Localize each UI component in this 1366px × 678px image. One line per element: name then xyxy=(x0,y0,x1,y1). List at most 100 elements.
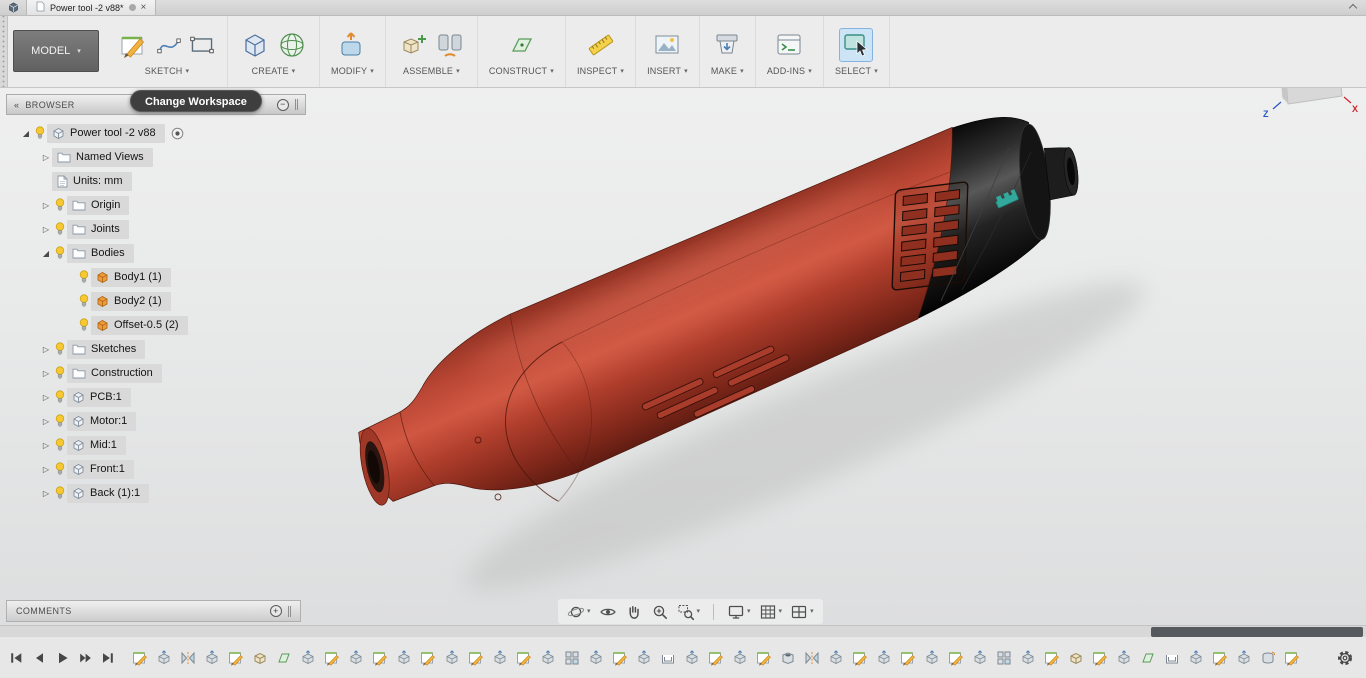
browser-row[interactable]: ▷ PCB:1 xyxy=(6,385,306,409)
rectangle-icon[interactable] xyxy=(188,31,216,59)
timeline-feature-sketch-icon[interactable] xyxy=(130,648,150,668)
timeline-feature-sketch-icon[interactable] xyxy=(1210,648,1230,668)
browser-row[interactable]: Offset-0.5 (2) xyxy=(6,313,306,337)
toolbar-menu-assemble[interactable]: ASSEMBLE ▾ xyxy=(403,66,460,76)
navbar-grid-settings-button[interactable]: ▾ xyxy=(759,603,782,621)
comments-expand-icon[interactable]: + xyxy=(270,605,282,617)
visibility-bulb-icon[interactable] xyxy=(76,294,91,308)
navbar-display-settings-button[interactable]: ▾ xyxy=(727,603,751,621)
visibility-bulb-icon[interactable] xyxy=(52,486,67,500)
browser-drag-grip[interactable] xyxy=(295,99,298,110)
timeline-feature-sketch-icon[interactable] xyxy=(754,648,774,668)
measure-icon[interactable] xyxy=(585,29,617,61)
timeline-step-forward-button[interactable] xyxy=(78,651,92,665)
browser-row[interactable]: ▷ Motor:1 xyxy=(6,409,306,433)
browser-item[interactable]: Front:1 xyxy=(67,459,134,479)
timeline-feature-sketch-icon[interactable] xyxy=(466,648,486,668)
timeline-feature-extrude-icon[interactable] xyxy=(298,648,318,668)
expand-arrow-icon[interactable]: ▷ xyxy=(40,369,52,378)
timeline-feature-sketch-icon[interactable] xyxy=(226,648,246,668)
browser-row[interactable]: ▷ Back (1):1 xyxy=(6,481,306,505)
browser-item[interactable]: Offset-0.5 (2) xyxy=(91,315,188,335)
expand-arrow-icon[interactable]: ▷ xyxy=(40,201,52,210)
timeline-feature-sketch-icon[interactable] xyxy=(706,648,726,668)
timeline-feature-extrude-icon[interactable] xyxy=(490,648,510,668)
browser-item[interactable]: PCB:1 xyxy=(67,387,131,407)
timeline-feature-extrude-icon[interactable] xyxy=(586,648,606,668)
timeline-play-button[interactable] xyxy=(55,651,69,665)
timeline-feature-hole-icon[interactable] xyxy=(778,648,798,668)
visibility-bulb-icon[interactable] xyxy=(76,318,91,332)
navbar-pan-button[interactable] xyxy=(625,603,643,621)
timeline-feature-sketch-icon[interactable] xyxy=(514,648,534,668)
timeline-scrollbar[interactable] xyxy=(0,625,1366,637)
collapse-arrow-icon[interactable]: ◢ xyxy=(40,249,52,258)
expand-arrow-icon[interactable]: ▷ xyxy=(40,417,52,426)
timeline-feature-extrude-icon[interactable] xyxy=(442,648,462,668)
workspace-switcher-button[interactable]: MODEL ▾ xyxy=(13,30,99,72)
toolbar-grip[interactable] xyxy=(0,16,8,87)
browser-item[interactable]: Sketches xyxy=(67,339,146,359)
timeline-feature-plane-icon[interactable] xyxy=(274,648,294,668)
timeline-feature-plane-icon[interactable] xyxy=(1138,648,1158,668)
browser-row[interactable]: ▷ Named Views xyxy=(6,145,306,169)
browser-item[interactable]: Power tool -2 v88 xyxy=(47,123,165,143)
timeline-feature-extrude-icon[interactable] xyxy=(682,648,702,668)
browser-row[interactable]: ▷ Origin xyxy=(6,193,306,217)
timeline-feature-extrude-icon[interactable] xyxy=(1018,648,1038,668)
browser-item[interactable]: Units: mm xyxy=(52,171,132,191)
browser-minimize-icon[interactable]: − xyxy=(277,98,289,111)
toolbar-menu-select[interactable]: SELECT ▾ xyxy=(835,66,878,76)
sphere-icon[interactable] xyxy=(276,29,308,61)
toolbar-menu-create[interactable]: CREATE ▾ xyxy=(252,66,296,76)
visibility-bulb-icon[interactable] xyxy=(32,126,47,140)
visibility-bulb-icon[interactable] xyxy=(52,246,67,260)
browser-item[interactable]: Back (1):1 xyxy=(67,483,150,503)
timeline-feature-sketch-icon[interactable] xyxy=(1090,648,1110,668)
plane-icon[interactable] xyxy=(505,29,537,61)
box-icon[interactable] xyxy=(239,29,271,61)
expand-arrow-icon[interactable]: ▷ xyxy=(40,393,52,402)
activate-component-radio-icon[interactable] xyxy=(171,127,184,140)
browser-item[interactable]: Origin xyxy=(67,195,130,215)
visibility-bulb-icon[interactable] xyxy=(52,342,67,356)
timeline-feature-extrude-icon[interactable] xyxy=(346,648,366,668)
navbar-viewports-button[interactable]: ▾ xyxy=(790,603,814,621)
timeline-feature-pattern-icon[interactable] xyxy=(994,648,1014,668)
browser-item[interactable]: Mid:1 xyxy=(67,435,126,455)
timeline-feature-sketch-icon[interactable] xyxy=(1282,648,1302,668)
navbar-zoom-window-button[interactable]: ▾ xyxy=(677,603,700,621)
timeline-feature-extrude-icon[interactable] xyxy=(826,648,846,668)
timeline-feature-extrude-icon[interactable] xyxy=(202,648,222,668)
navbar-look-at-button[interactable] xyxy=(599,603,617,621)
timeline-feature-box-icon[interactable] xyxy=(250,648,270,668)
visibility-bulb-icon[interactable] xyxy=(52,222,67,236)
browser-item[interactable]: Body1 (1) xyxy=(91,267,171,287)
visibility-bulb-icon[interactable] xyxy=(52,438,67,452)
timeline-feature-extrude-icon[interactable] xyxy=(634,648,654,668)
browser-row[interactable]: Units: mm xyxy=(6,169,306,193)
timeline-feature-mirror-icon[interactable] xyxy=(178,648,198,668)
toolbar-menu-sketch[interactable]: SKETCH ▾ xyxy=(145,66,189,76)
browser-row[interactable]: Body1 (1) xyxy=(6,265,306,289)
expand-arrow-icon[interactable]: ▷ xyxy=(40,465,52,474)
toolbar-menu-insert[interactable]: INSERT ▾ xyxy=(647,66,688,76)
tab-close-icon[interactable]: × xyxy=(141,2,147,13)
browser-row[interactable]: ▷ Mid:1 xyxy=(6,433,306,457)
toolbar-menu-construct[interactable]: CONSTRUCT ▾ xyxy=(489,66,554,76)
timeline-feature-sketch-icon[interactable] xyxy=(898,648,918,668)
print-icon[interactable] xyxy=(711,29,743,61)
toolbar-menu-make[interactable]: MAKE ▾ xyxy=(711,66,744,76)
timeline-feature-sketch-icon[interactable] xyxy=(418,648,438,668)
timeline-scrollbar-thumb[interactable] xyxy=(1151,627,1363,637)
collapse-panel-chevron-icon[interactable] xyxy=(1348,2,1358,14)
timeline-feature-extrude-icon[interactable] xyxy=(538,648,558,668)
visibility-bulb-icon[interactable] xyxy=(52,390,67,404)
toolbar-menu-addins[interactable]: ADD-INS ▾ xyxy=(767,66,812,76)
toolbar-menu-inspect[interactable]: INSPECT ▾ xyxy=(577,66,624,76)
timeline-feature-box-icon[interactable] xyxy=(1066,648,1086,668)
timeline-feature-extrude-icon[interactable] xyxy=(730,648,750,668)
browser-row[interactable]: ◢ Bodies xyxy=(6,241,306,265)
browser-row[interactable]: ▷ Construction xyxy=(6,361,306,385)
timeline-settings-gear-icon[interactable] xyxy=(1336,649,1354,667)
